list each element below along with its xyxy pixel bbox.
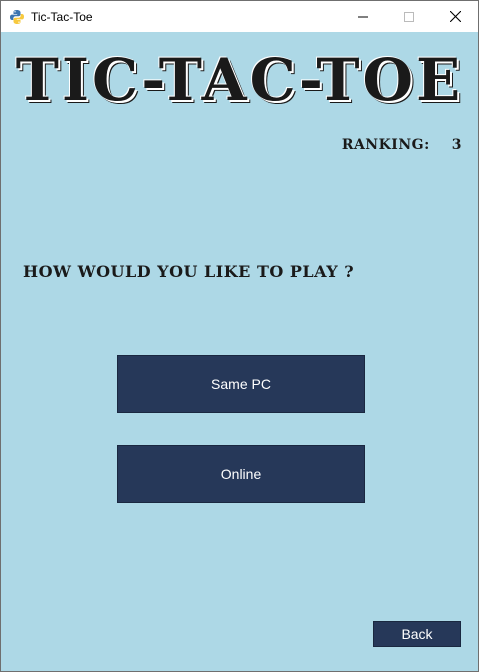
ranking-label: RANKING: <box>341 137 430 153</box>
app-window: Tic-Tac-Toe TIC-TAC-TOE RANKING: 3 HOW W… <box>0 0 479 672</box>
minimize-icon <box>358 16 368 17</box>
same-pc-button[interactable]: Same PC <box>117 355 365 413</box>
maximize-icon <box>404 11 414 22</box>
window-title: Tic-Tac-Toe <box>31 9 93 24</box>
minimize-button[interactable] <box>340 1 386 32</box>
online-button[interactable]: Online <box>117 445 365 503</box>
close-icon <box>449 11 461 22</box>
title-bar[interactable]: Tic-Tac-Toe <box>1 1 478 32</box>
maximize-button[interactable] <box>386 1 432 32</box>
back-button[interactable]: Back <box>373 621 461 647</box>
play-mode-prompt: HOW WOULD YOU LIKE TO PLAY ? <box>23 262 355 281</box>
ranking-display: RANKING: 3 <box>342 137 462 153</box>
ranking-value: 3 <box>451 137 462 153</box>
client-area: TIC-TAC-TOE RANKING: 3 HOW WOULD YOU LIK… <box>1 32 478 671</box>
game-title: TIC-TAC-TOE <box>15 46 464 114</box>
python-icon <box>9 9 25 25</box>
window-controls <box>340 1 478 32</box>
close-button[interactable] <box>432 1 478 32</box>
